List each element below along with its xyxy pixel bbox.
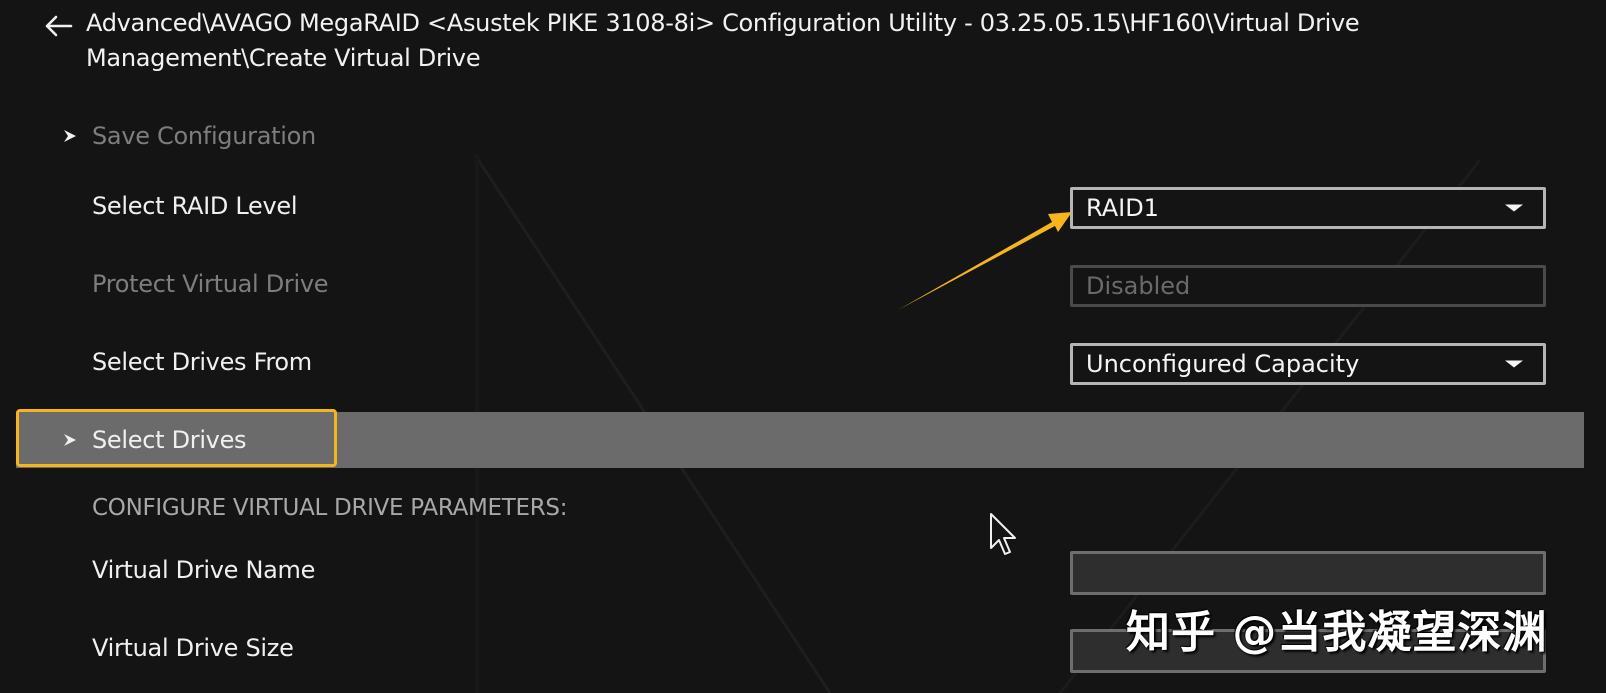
caret-down-icon	[1505, 204, 1523, 212]
annotation-highlight-box	[16, 409, 337, 467]
menu-item-save-configuration[interactable]: Save Configuration	[0, 108, 1580, 164]
raid-level-dropdown[interactable]: RAID1	[1070, 187, 1546, 229]
protect-virtual-drive-value: Disabled	[1086, 272, 1191, 300]
protect-virtual-drive-label: Protect Virtual Drive	[92, 270, 329, 298]
arrow-left-icon[interactable]	[40, 8, 76, 44]
save-configuration-label: Save Configuration	[92, 122, 316, 150]
drives-from-label: Select Drives From	[92, 348, 312, 376]
vd-size-label: Virtual Drive Size	[92, 634, 294, 662]
header: Advanced\AVAGO MegaRAID <Asustek PIKE 31…	[40, 6, 1540, 76]
raid-level-value: RAID1	[1086, 194, 1159, 222]
configure-parameters-heading: CONFIGURE VIRTUAL DRIVE PARAMETERS:	[92, 495, 568, 521]
drives-from-dropdown[interactable]: Unconfigured Capacity	[1070, 343, 1546, 385]
section-header-row: CONFIGURE VIRTUAL DRIVE PARAMETERS:	[0, 480, 1580, 536]
vd-name-input[interactable]	[1070, 551, 1546, 595]
breadcrumb: Advanced\AVAGO MegaRAID <Asustek PIKE 31…	[86, 9, 1360, 72]
mouse-cursor-icon	[990, 513, 1016, 555]
watermark: 知乎 @当我凝望深渊	[1126, 607, 1548, 658]
drives-from-value: Unconfigured Capacity	[1086, 350, 1360, 378]
caret-down-icon	[1505, 360, 1523, 368]
vd-name-label: Virtual Drive Name	[92, 556, 316, 584]
chevron-right-icon	[64, 130, 76, 142]
protect-virtual-drive-field: Disabled	[1070, 265, 1546, 307]
raid-level-label: Select RAID Level	[92, 192, 298, 220]
